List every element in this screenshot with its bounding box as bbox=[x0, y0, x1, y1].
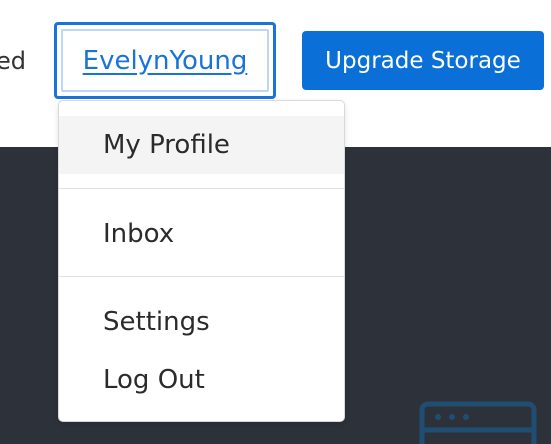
menu-item-inbox[interactable]: Inbox bbox=[59, 205, 344, 263]
user-menu-focus-ring: EvelynYoung bbox=[61, 29, 269, 92]
page: ed EvelynYoung Upgrade Storage My Profil… bbox=[0, 0, 551, 444]
menu-item-settings[interactable]: Settings bbox=[59, 293, 344, 351]
user-menu-button[interactable]: EvelynYoung bbox=[54, 22, 276, 99]
menu-divider bbox=[59, 276, 344, 277]
menu-divider bbox=[59, 188, 344, 189]
truncated-nav-text: ed bbox=[0, 47, 26, 75]
user-name-link[interactable]: EvelynYoung bbox=[83, 45, 248, 77]
top-bar: ed EvelynYoung Upgrade Storage bbox=[0, 0, 551, 110]
upgrade-storage-button[interactable]: Upgrade Storage bbox=[302, 31, 544, 90]
user-dropdown-menu: My Profile Inbox Settings Log Out bbox=[58, 100, 345, 422]
server-icon bbox=[419, 401, 537, 444]
menu-item-log-out[interactable]: Log Out bbox=[59, 351, 344, 409]
menu-item-my-profile[interactable]: My Profile bbox=[59, 116, 344, 174]
